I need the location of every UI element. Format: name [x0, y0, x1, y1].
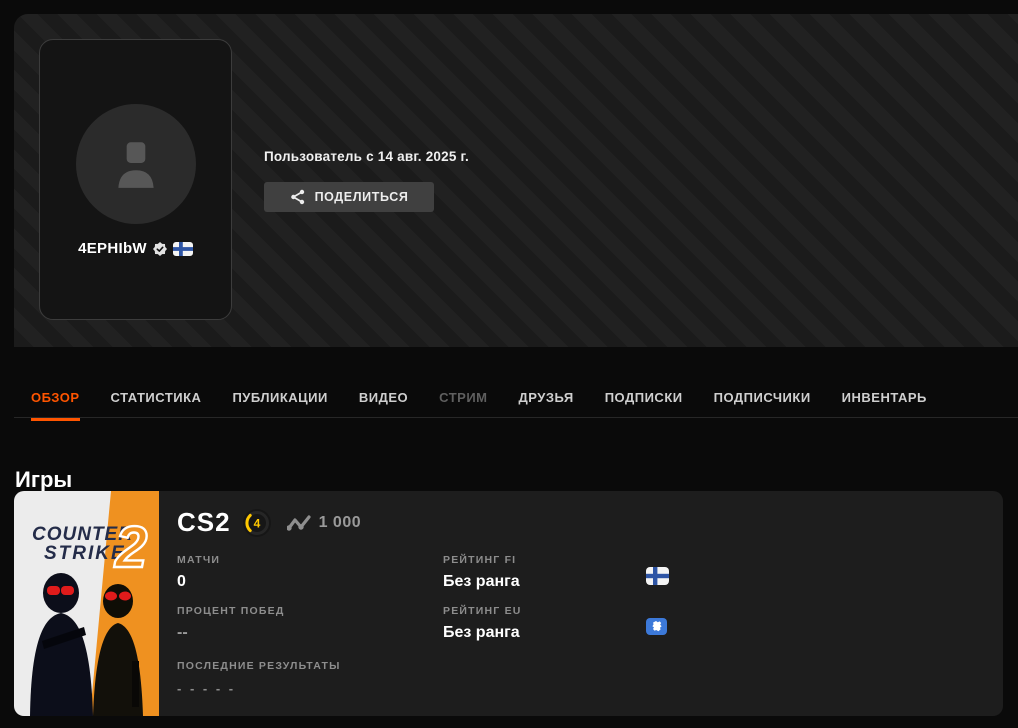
- tab-stream[interactable]: СТРИМ: [439, 387, 487, 420]
- avatar[interactable]: [75, 104, 196, 224]
- active-tab-underline: [31, 418, 80, 421]
- username-row: 4EPHIbW: [40, 240, 231, 257]
- tab-overview[interactable]: ОБЗОР: [31, 387, 80, 421]
- europe-flag-icon: [646, 618, 667, 640]
- stat-value: - - - - -: [177, 681, 236, 696]
- profile-card: 4EPHIbW: [39, 39, 232, 320]
- art-title-line2: STRIKE: [44, 543, 126, 564]
- games-section-title: Игры: [15, 467, 73, 493]
- skill-level-number: 4: [253, 516, 260, 530]
- tab-label: ВИДЕО: [358, 390, 409, 405]
- stat-value: 0: [177, 573, 186, 590]
- finland-flag-icon: [172, 241, 193, 256]
- cs2-art-image: COUNTER STRIKE 2: [14, 491, 159, 716]
- elo-graph-icon: [286, 514, 311, 531]
- stat-label: ПРОЦЕНТ ПОБЕД: [177, 605, 285, 617]
- tab-friends[interactable]: ДРУЗЬЯ: [519, 387, 574, 420]
- rating-eu: РЕЙТИНГ EU Без ранга: [443, 605, 522, 642]
- rating-fi: РЕЙТИНГ FI Без ранга: [443, 554, 520, 591]
- tab-label: ПОДПИСКИ: [604, 390, 683, 405]
- stat-label: МАТЧИ: [177, 554, 221, 566]
- rating-value: Без ранга: [443, 624, 520, 641]
- rating-label: РЕЙТИНГ EU: [443, 605, 522, 617]
- stat-winrate: ПРОЦЕНТ ПОБЕД --: [177, 605, 285, 642]
- finland-flag-icon: [646, 567, 669, 590]
- tab-posts[interactable]: ПУБЛИКАЦИИ: [232, 387, 327, 420]
- share-button-label: ПОДЕЛИТЬСЯ: [314, 190, 409, 204]
- tab-following[interactable]: ПОДПИСКИ: [605, 387, 683, 420]
- tab-label: СТРИМ: [439, 390, 488, 405]
- avatar-placeholder-icon: [117, 142, 154, 188]
- elo-wrap: 1 000: [286, 513, 362, 532]
- skill-level-badge: 4: [242, 508, 271, 537]
- stat-matches: МАТЧИ 0: [177, 554, 220, 591]
- elo-value: 1 000: [318, 513, 362, 531]
- art-numeral: 2: [114, 515, 147, 580]
- tab-inventory[interactable]: ИНВЕНТАРЬ: [842, 387, 927, 420]
- game-card-content: CS2 4 1 000 МАТЧИ 0 ПРОЦЕНТ ПОБЕД -- ПОС…: [159, 491, 1003, 716]
- rating-label: РЕЙТИНГ FI: [443, 554, 517, 566]
- stat-value: --: [177, 624, 188, 641]
- stat-recent-results: ПОСЛЕДНИЕ РЕЗУЛЬТАТЫ - - - - -: [177, 660, 341, 696]
- share-icon: [290, 189, 304, 205]
- cs2-cover-art: COUNTER STRIKE 2: [14, 491, 159, 716]
- rating-value: Без ранга: [443, 573, 520, 590]
- tab-label: ДРУЗЬЯ: [518, 390, 574, 405]
- tab-label: ОБЗОР: [31, 390, 80, 405]
- member-since-text: Пользователь с 14 авг. 2025 г.: [264, 149, 469, 164]
- tab-label: СТАТИСТИКА: [110, 390, 202, 405]
- stat-label: ПОСЛЕДНИЕ РЕЗУЛЬТАТЫ: [177, 660, 341, 672]
- tab-statistics[interactable]: СТАТИСТИКА: [111, 387, 202, 420]
- game-name: CS2: [177, 507, 231, 537]
- tab-label: ПОДПИСЧИКИ: [713, 390, 811, 405]
- game-card-cs2[interactable]: COUNTER STRIKE 2 CS2 4 1 000 МАТЧИ 0 ПРО…: [14, 491, 1003, 716]
- verified-badge-icon: [152, 241, 167, 256]
- tab-videos[interactable]: ВИДЕО: [359, 387, 408, 420]
- tab-label: ИНВЕНТАРЬ: [841, 390, 927, 405]
- share-button[interactable]: ПОДЕЛИТЬСЯ: [264, 182, 434, 212]
- username: 4EPHIbW: [78, 240, 147, 257]
- tab-label: ПУБЛИКАЦИИ: [232, 390, 328, 405]
- tab-followers[interactable]: ПОДПИСЧИКИ: [714, 387, 811, 420]
- profile-tabs: ОБЗОР СТАТИСТИКА ПУБЛИКАЦИИ ВИДЕО СТРИМ …: [14, 387, 1018, 421]
- game-title-row: CS2 4 1 000: [177, 507, 361, 538]
